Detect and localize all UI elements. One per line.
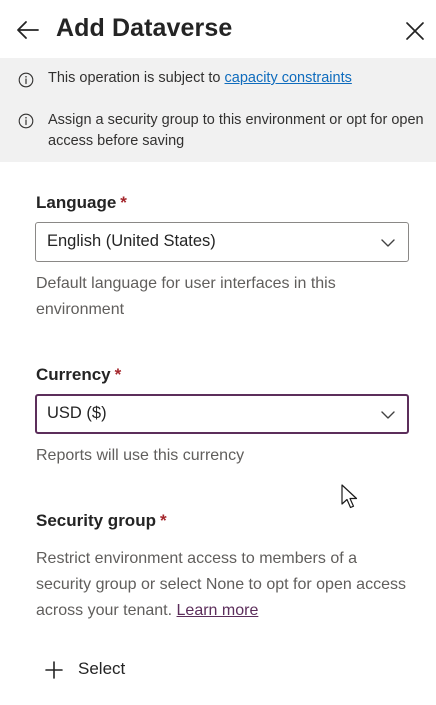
page-title: Add Dataverse bbox=[56, 14, 233, 42]
security-group-label-text: Security group bbox=[36, 511, 156, 530]
required-marker: * bbox=[120, 193, 127, 212]
panel-header: Add Dataverse bbox=[0, 0, 436, 60]
language-dropdown[interactable]: English (United States) bbox=[35, 222, 409, 262]
capacity-info-text: This operation is subject to capacity co… bbox=[48, 68, 426, 89]
learn-more-link[interactable]: Learn more bbox=[177, 602, 259, 619]
required-marker: * bbox=[114, 365, 122, 384]
capacity-info-prefix: This operation is subject to bbox=[48, 70, 225, 86]
currency-label-text: Currency bbox=[36, 365, 111, 384]
currency-label: Currency * bbox=[36, 365, 121, 385]
currency-selected-value: USD ($) bbox=[47, 404, 107, 422]
language-label: Language * bbox=[36, 193, 127, 213]
chevron-down-icon bbox=[381, 411, 395, 419]
back-button[interactable] bbox=[14, 16, 42, 44]
currency-help-text: Reports will use this currency bbox=[36, 447, 245, 464]
chevron-down-icon bbox=[381, 239, 395, 247]
language-selected-value: English (United States) bbox=[47, 232, 216, 250]
info-icon bbox=[18, 113, 34, 129]
security-group-label: Security group * bbox=[36, 511, 167, 531]
arrow-left-icon bbox=[17, 21, 39, 39]
language-help-text: Default language for user interfaces in … bbox=[36, 275, 336, 318]
language-label-text: Language bbox=[36, 193, 117, 212]
mouse-cursor-icon bbox=[341, 484, 358, 509]
info-icon bbox=[18, 72, 34, 88]
info-message-bar: This operation is subject to capacity co… bbox=[0, 58, 436, 162]
close-button[interactable] bbox=[402, 18, 428, 44]
capacity-constraints-link[interactable]: capacity constraints bbox=[225, 70, 352, 86]
plus-icon bbox=[45, 661, 63, 679]
currency-dropdown[interactable]: USD ($) bbox=[35, 394, 409, 434]
security-group-help-text: Restrict environment access to members o… bbox=[36, 546, 411, 624]
required-marker: * bbox=[159, 511, 167, 530]
add-dataverse-panel: Add Dataverse This operation is subject … bbox=[0, 0, 436, 705]
select-button-label: Select bbox=[78, 659, 126, 678]
security-group-info-text: Assign a security group to this environm… bbox=[48, 112, 424, 149]
close-icon bbox=[406, 22, 424, 40]
